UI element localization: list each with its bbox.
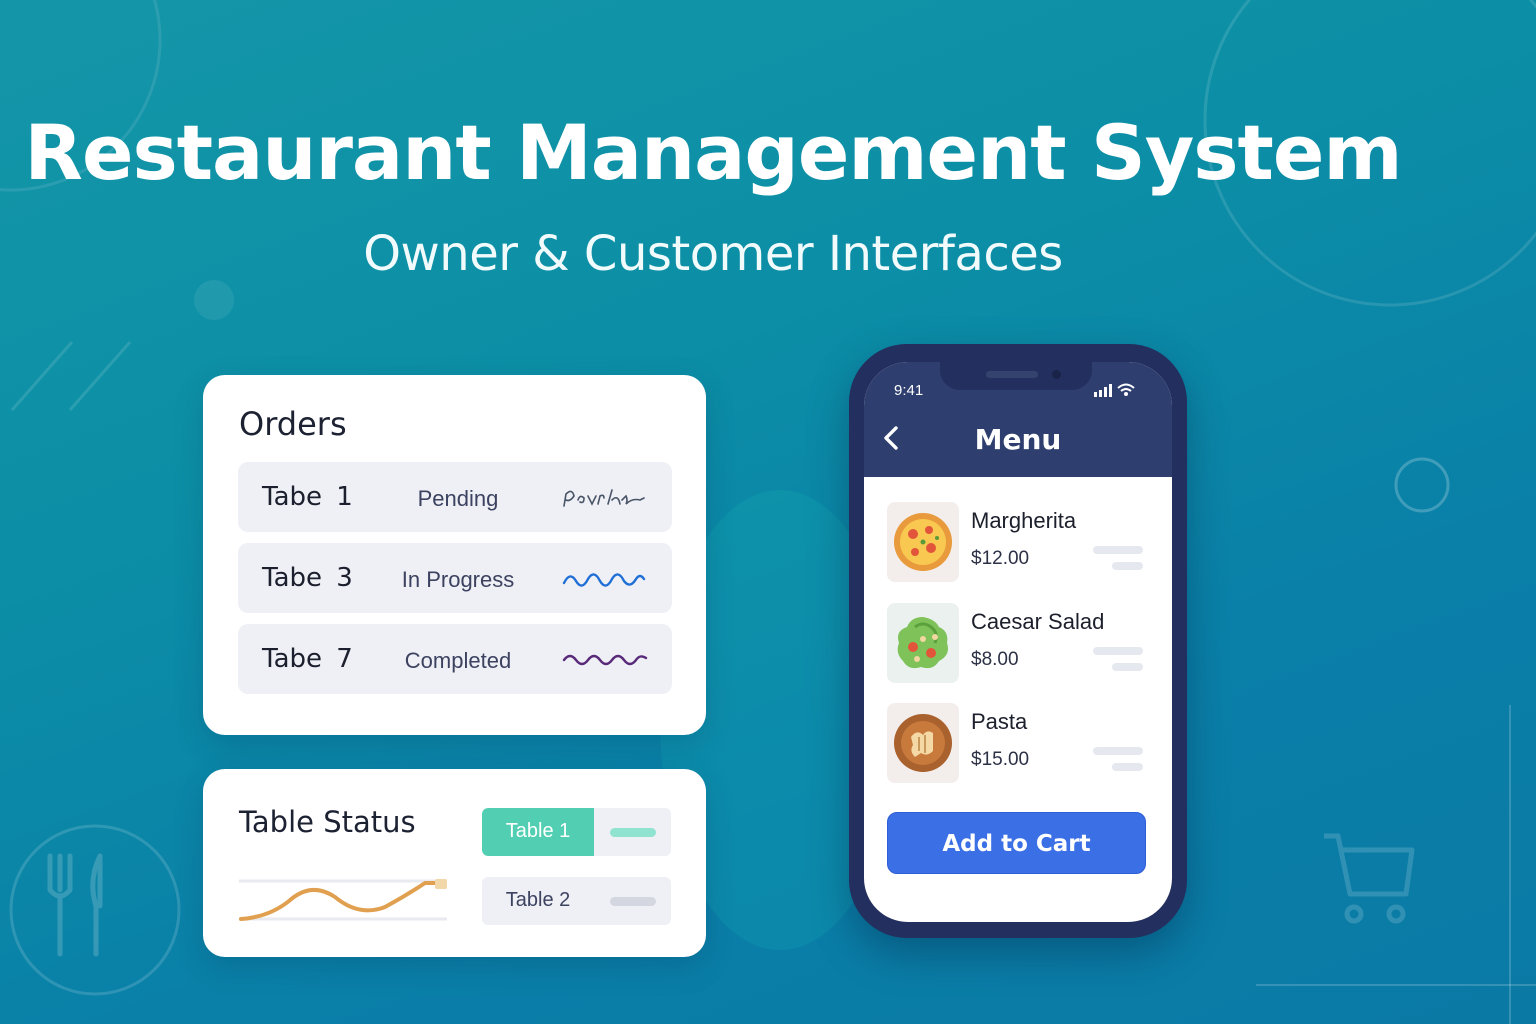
menu-item-name: Pasta [971, 709, 1028, 734]
order-row[interactable]: Tabe 3 In Progress [238, 543, 672, 613]
order-table-label: Tabe 1 [262, 482, 353, 512]
quantity-placeholder [1112, 562, 1143, 570]
menu-item-thumbnail [887, 703, 959, 783]
add-to-cart-button[interactable]: Add to Cart [887, 812, 1146, 874]
pizza-icon [894, 513, 952, 571]
orders-title: Orders [239, 405, 347, 443]
fork-knife-icon [47, 853, 103, 957]
table-status-card: Table Status Table 1 Table 2 [203, 769, 706, 957]
order-status: Pending [417, 486, 499, 511]
menu-item-price: $15.00 [971, 749, 1030, 770]
table-1-indicator [610, 828, 656, 837]
phone-screen: 9:41 Menu Margherita $12.00 Caesar Salad… [864, 362, 1172, 922]
signature-icon [563, 489, 645, 507]
quantity-placeholder [1112, 663, 1143, 671]
table-1-label: Table 1 [505, 820, 571, 842]
table-1-toggle[interactable]: Table 1 [482, 808, 671, 856]
table-2-label: Table 2 [505, 889, 571, 911]
shopping-cart-icon [1324, 833, 1415, 924]
speaker [986, 371, 1038, 378]
quantity-placeholder [1093, 647, 1143, 655]
menu-item[interactable]: Caesar Salad $8.00 [887, 603, 1147, 685]
menu-item[interactable]: Margherita $12.00 [887, 502, 1147, 584]
table-status-title: Table Status [239, 805, 416, 839]
order-status: In Progress [401, 567, 515, 592]
status-time: 9:41 [894, 382, 924, 399]
page-title: Restaurant Management System [24, 108, 1402, 197]
quantity-placeholder [1112, 763, 1143, 771]
menu-item-price: $12.00 [971, 548, 1030, 569]
page-subtitle: Owner & Customer Interfaces [363, 226, 1063, 282]
table-2-toggle[interactable]: Table 2 [482, 877, 671, 925]
phone-notch [940, 362, 1092, 390]
menu-item-name: Caesar Salad [971, 609, 1105, 634]
signal-wifi-icon [1094, 383, 1135, 397]
quantity-placeholder [1093, 546, 1143, 554]
table-2-indicator [610, 897, 656, 906]
order-row[interactable]: Tabe 7 Completed [238, 624, 672, 694]
signature-icon [562, 573, 646, 587]
menu-item[interactable]: Pasta $15.00 [887, 703, 1147, 785]
order-table-label: Tabe 3 [262, 563, 353, 593]
phone-mockup: 9:41 Menu Margherita $12.00 Caesar Salad… [849, 344, 1187, 938]
orders-card: Orders Tabe 1 Pending Tabe 3 In Progress… [203, 375, 706, 735]
menu-item-thumbnail [887, 603, 959, 683]
pasta-icon [894, 714, 952, 772]
menu-item-thumbnail [887, 502, 959, 582]
menu-item-price: $8.00 [971, 649, 1019, 670]
quantity-placeholder [1093, 747, 1143, 755]
menu-item-name: Margherita [971, 508, 1077, 533]
order-status: Completed [404, 648, 512, 673]
order-row[interactable]: Tabe 1 Pending [238, 462, 672, 532]
order-table-label: Tabe 7 [262, 644, 353, 674]
salad-icon [897, 617, 948, 669]
status-trend-line [239, 879, 447, 921]
menu-title: Menu [974, 423, 1062, 456]
signature-icon [562, 654, 648, 666]
camera [1052, 370, 1061, 379]
